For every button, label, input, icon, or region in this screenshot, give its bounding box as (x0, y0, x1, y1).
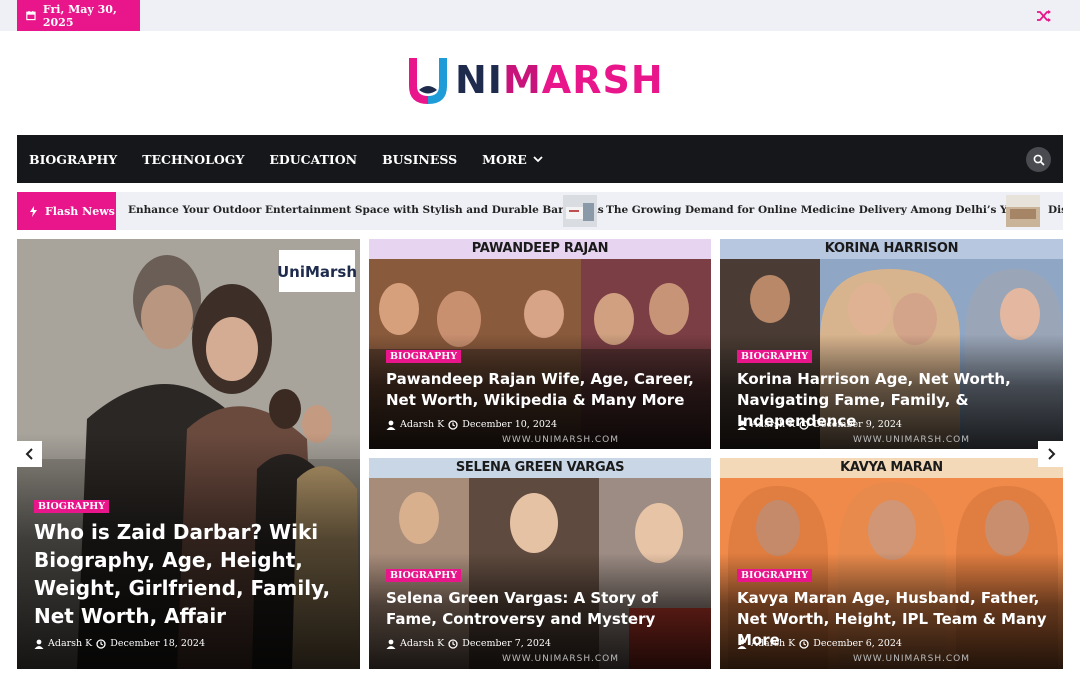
card-title[interactable]: Pawandeep Rajan Wife, Age, Career, Net W… (386, 369, 706, 411)
flash-news-label-text: Flash News (45, 204, 115, 218)
chevron-right-icon (1047, 448, 1055, 460)
ticker-item[interactable]: Dis (1048, 204, 1063, 216)
card-author[interactable]: Adarsh K (751, 419, 795, 430)
card-date[interactable]: December 9, 2024 (813, 419, 902, 430)
site-logo[interactable]: NIMARSH (403, 48, 675, 112)
date-badge: Fri, May 30, 2025 (17, 0, 140, 31)
logo-text: NIMARSH (455, 58, 664, 102)
card-banner: SELENA GREEN VARGAS (455, 460, 625, 475)
card-meta: Adarsh K December 9, 2024 (737, 419, 902, 430)
card-date[interactable]: December 10, 2024 (462, 419, 557, 430)
card-watermark: WWW.UNIMARSH.COM (853, 435, 970, 445)
card-banner: KAVYA MARAN (840, 460, 943, 475)
card-category-badge[interactable]: BIOGRAPHY (737, 569, 813, 582)
user-icon (386, 639, 396, 649)
current-date: Fri, May 30, 2025 (42, 2, 117, 29)
card-banner: KORINA HARRISON (824, 241, 959, 256)
card-category-badge[interactable]: BIOGRAPHY (386, 569, 462, 582)
article-card[interactable]: KAVYA MARAN BIOGRAPHY Kavya Maran Age, H… (720, 458, 1063, 669)
card-title[interactable]: Selena Green Vargas: A Story of Fame, Co… (386, 588, 706, 630)
user-icon (737, 639, 747, 649)
article-card[interactable]: PAWANDEEP RAJAN BIOGRAPHY Pawandeep Raja… (369, 239, 711, 449)
ticker-thumbnail[interactable] (563, 195, 597, 227)
logo-mark (409, 58, 447, 104)
logo-text-arsh: ARSH (541, 58, 664, 102)
search-button[interactable] (1026, 147, 1051, 172)
card-meta: Adarsh K December 7, 2024 (386, 638, 551, 649)
shuffle-icon[interactable] (1036, 8, 1052, 24)
card-author[interactable]: Adarsh K (400, 638, 444, 649)
clock-icon (96, 638, 106, 649)
logo-text-m: M (502, 58, 542, 102)
hero-category-badge[interactable]: BIOGRAPHY (34, 500, 110, 513)
nav-item-education[interactable]: EDUCATION (269, 152, 357, 167)
user-icon (34, 639, 44, 649)
nav-item-more[interactable]: MORE (482, 152, 543, 167)
top-bar: Fri, May 30, 2025 (0, 0, 1080, 31)
main-nav: BIOGRAPHY TECHNOLOGY EDUCATION BUSINESS … (17, 135, 1063, 183)
ticker-item[interactable]: Enhance Your Outdoor Entertainment Space… (128, 204, 604, 216)
card-author[interactable]: Adarsh K (400, 419, 444, 430)
article-card[interactable]: SELENA GREEN VARGAS BIOGRAPHY Selena Gre… (369, 458, 711, 669)
bolt-icon (30, 205, 37, 217)
card-watermark: WWW.UNIMARSH.COM (502, 654, 619, 664)
card-watermark: WWW.UNIMARSH.COM (853, 654, 970, 664)
logo-text-ni: NI (455, 58, 503, 102)
hero-date[interactable]: December 18, 2024 (110, 638, 205, 649)
nav-item-business[interactable]: BUSINESS (382, 152, 457, 167)
nav-more-label: MORE (482, 151, 527, 167)
card-meta: Adarsh K December 10, 2024 (386, 419, 557, 430)
clock-icon (799, 638, 809, 649)
ticker-thumbnail[interactable] (1006, 195, 1040, 227)
user-icon (386, 420, 396, 430)
hero-image-watermark: UniMarsh (277, 263, 357, 281)
card-watermark: WWW.UNIMARSH.COM (502, 435, 619, 445)
card-banner: PAWANDEEP RAJAN (471, 241, 609, 256)
nav-item-technology[interactable]: TECHNOLOGY (142, 152, 244, 167)
card-meta: Adarsh K December 6, 2024 (737, 638, 902, 649)
card-category-badge[interactable]: BIOGRAPHY (386, 350, 462, 363)
card-category-badge[interactable]: BIOGRAPHY (737, 350, 813, 363)
chevron-down-icon (533, 156, 543, 163)
article-card[interactable]: KORINA HARRISON BIOGRAPHY Korina Harriso… (720, 239, 1063, 449)
hero-title[interactable]: Who is Zaid Darbar? Wiki Biography, Age,… (34, 518, 344, 630)
user-icon (737, 420, 747, 430)
ticker-item[interactable]: The Growing Demand for Online Medicine D… (606, 204, 1034, 216)
card-date[interactable]: December 7, 2024 (462, 638, 551, 649)
card-date[interactable]: December 6, 2024 (813, 638, 902, 649)
slider-prev-button[interactable] (17, 441, 42, 467)
clock-icon (448, 638, 458, 649)
flash-news-ticker: Flash News Enhance Your Outdoor Entertai… (17, 192, 1063, 230)
chevron-left-icon (25, 448, 33, 460)
card-author[interactable]: Adarsh K (751, 638, 795, 649)
hero-article[interactable]: UniMarsh BIOGRAPHY Who is Zaid Darbar? W… (17, 239, 360, 669)
search-icon (1033, 154, 1045, 166)
calendar-icon (26, 10, 36, 21)
flash-news-label: Flash News (17, 192, 116, 230)
clock-icon (799, 419, 809, 430)
nav-item-biography[interactable]: BIOGRAPHY (29, 152, 117, 167)
clock-icon (448, 419, 458, 430)
slider-next-button[interactable] (1038, 441, 1063, 467)
hero-author[interactable]: Adarsh K (48, 638, 92, 649)
hero-meta: Adarsh K December 18, 2024 (34, 638, 205, 649)
